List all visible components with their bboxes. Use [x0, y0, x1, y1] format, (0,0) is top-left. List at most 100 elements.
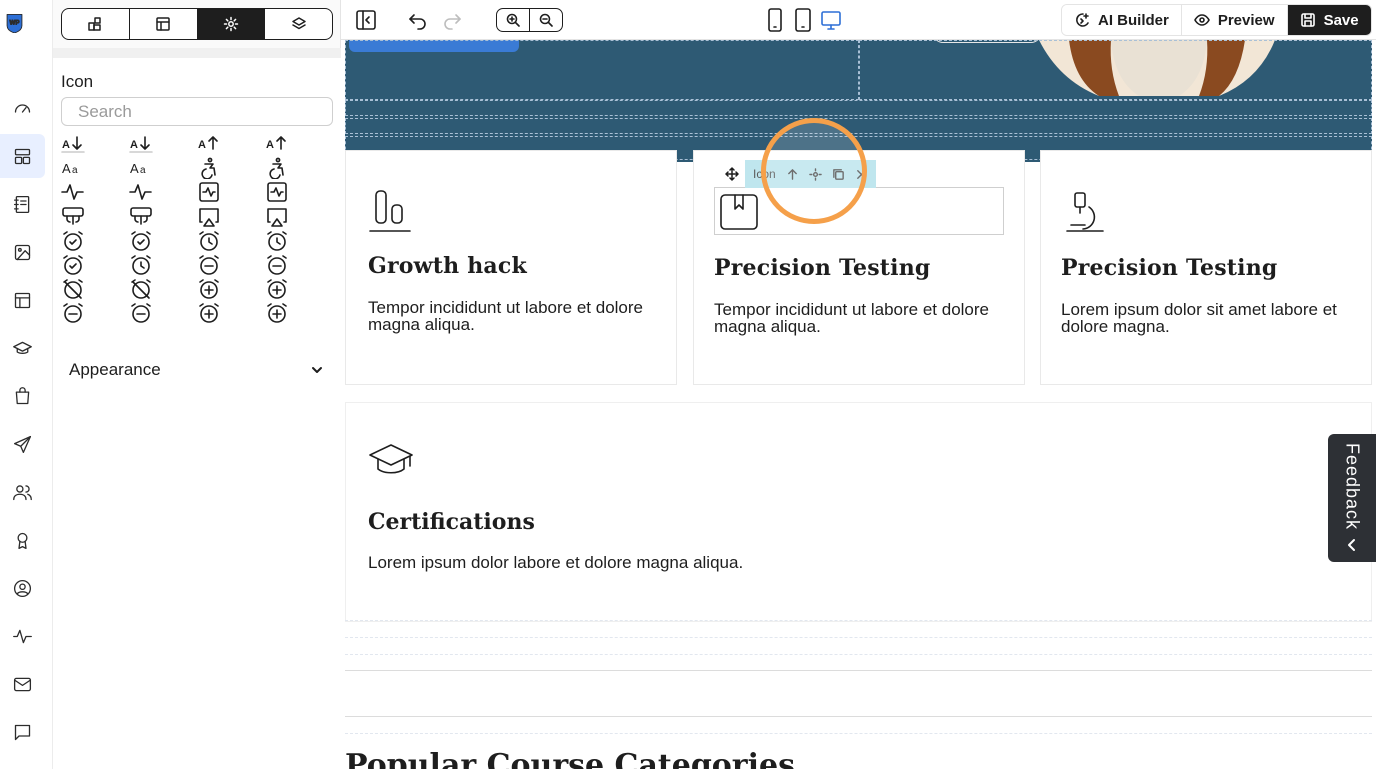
- icon-option[interactable]: [61, 180, 129, 204]
- rail-builder[interactable]: [0, 134, 45, 178]
- redo-button[interactable]: [439, 8, 465, 32]
- move-handle[interactable]: [719, 160, 745, 188]
- preview-label: Preview: [1217, 11, 1275, 29]
- toggle-panel-button[interactable]: [353, 8, 379, 32]
- icon-option[interactable]: [197, 180, 265, 204]
- device-tablet-button[interactable]: [793, 8, 813, 32]
- icon-option[interactable]: [197, 205, 265, 229]
- feature-card[interactable]: Growth hack Tempor incididunt ut labore …: [345, 150, 677, 385]
- card-text: Tempor incididunt ut labore et dolore ma…: [714, 300, 989, 336]
- move-icon: [725, 167, 739, 181]
- device-desktop-button[interactable]: [819, 8, 843, 32]
- icon-option[interactable]: [61, 301, 129, 325]
- rail-templates[interactable]: [0, 278, 45, 322]
- row-divider: [345, 733, 1372, 734]
- icon-option[interactable]: [265, 205, 333, 229]
- template-icon: [14, 292, 31, 308]
- wp-logo[interactable]: WP: [4, 12, 32, 46]
- icon-option[interactable]: [129, 277, 197, 301]
- icon-option[interactable]: [129, 253, 197, 277]
- tab-layout[interactable]: [130, 9, 198, 39]
- airplay-icon: [199, 207, 219, 227]
- tutorial-highlight-ring: [761, 118, 867, 224]
- sort-alpha-up-icon: A: [198, 136, 218, 151]
- activity-square-icon: [199, 182, 219, 203]
- icon-option[interactable]: [265, 156, 333, 180]
- row-divider: [345, 620, 1372, 621]
- device-mobile-button[interactable]: [765, 8, 785, 32]
- icon-option[interactable]: A: [265, 132, 333, 156]
- rail-pages[interactable]: [0, 182, 45, 226]
- growth-bars-icon[interactable]: [368, 187, 412, 238]
- undo-button[interactable]: [405, 8, 431, 32]
- icon-option[interactable]: [265, 253, 333, 277]
- rail-courses[interactable]: [0, 326, 45, 370]
- icon-option[interactable]: [197, 229, 265, 253]
- icon-option[interactable]: [129, 301, 197, 325]
- rail-profile[interactable]: [0, 566, 45, 610]
- alarm-minus-icon: [131, 303, 151, 324]
- alarm-check-icon: [131, 231, 151, 251]
- hero-col-left-outline: [345, 40, 859, 100]
- section-divider: [345, 716, 1372, 717]
- icon-option[interactable]: [265, 180, 333, 204]
- microscope-icon[interactable]: [1063, 189, 1107, 240]
- ai-builder-button[interactable]: AI Builder: [1062, 5, 1182, 35]
- alarm-check-icon: [63, 255, 83, 275]
- icon-option[interactable]: [61, 229, 129, 253]
- icon-option[interactable]: [265, 229, 333, 253]
- rail-messages[interactable]: [0, 710, 45, 754]
- icon-option[interactable]: [265, 277, 333, 301]
- icon-option[interactable]: [61, 205, 129, 229]
- icon-option[interactable]: [129, 180, 197, 204]
- icon-option[interactable]: Aa: [129, 156, 197, 180]
- svg-text:A: A: [198, 139, 206, 151]
- icon-option[interactable]: [61, 253, 129, 277]
- alarm-minus-icon: [63, 303, 83, 324]
- alarm-off-icon: [63, 279, 83, 300]
- icon-option[interactable]: A: [129, 132, 197, 156]
- tab-elements[interactable]: [62, 9, 130, 39]
- appearance-accordion[interactable]: Appearance: [69, 358, 325, 382]
- rail-dashboard[interactable]: [0, 86, 45, 130]
- icon-option[interactable]: A: [197, 132, 265, 156]
- send-icon: [13, 435, 32, 453]
- icon-option[interactable]: Aa: [61, 156, 129, 180]
- icon-option[interactable]: [197, 253, 265, 277]
- icon-search-input[interactable]: [61, 97, 333, 126]
- icon-option[interactable]: [197, 156, 265, 180]
- alarm-plus-icon: [199, 279, 219, 300]
- tab-layers[interactable]: [265, 9, 332, 39]
- rail-email[interactable]: [0, 662, 45, 706]
- rail-certificates[interactable]: [0, 518, 45, 562]
- desktop-icon: [821, 11, 841, 30]
- icon-option[interactable]: [197, 301, 265, 325]
- rail-shop[interactable]: [0, 374, 45, 418]
- zoom-in-button[interactable]: [497, 9, 530, 31]
- undo-icon: [409, 14, 426, 30]
- svg-text:a: a: [72, 165, 78, 176]
- certifications-section[interactable]: Certifications Lorem ipsum dolor labore …: [345, 402, 1372, 622]
- rail-campaigns[interactable]: [0, 422, 45, 466]
- users-icon: [13, 484, 32, 500]
- save-button[interactable]: Save: [1287, 5, 1371, 35]
- graduation-cap-icon[interactable]: [368, 441, 414, 486]
- tab-settings[interactable]: [197, 9, 266, 39]
- rail-users[interactable]: [0, 470, 45, 514]
- icon-option[interactable]: [129, 205, 197, 229]
- preview-button[interactable]: Preview: [1181, 5, 1288, 35]
- bookmark-icon[interactable]: [719, 192, 759, 237]
- icon-option[interactable]: [129, 229, 197, 253]
- panel-tabs: [61, 8, 333, 40]
- icon-option[interactable]: [197, 277, 265, 301]
- alarm-check-icon: [63, 231, 83, 251]
- feedback-tab[interactable]: Feedback: [1328, 434, 1376, 562]
- rail-analytics[interactable]: [0, 614, 45, 658]
- section-heading: Popular Course Categories: [345, 748, 795, 769]
- icon-option[interactable]: [265, 301, 333, 325]
- icon-option[interactable]: [61, 277, 129, 301]
- rail-media[interactable]: [0, 230, 45, 274]
- icon-option[interactable]: A: [61, 132, 129, 156]
- feature-card[interactable]: Precision Testing Lorem ipsum dolor sit …: [1040, 150, 1372, 385]
- zoom-out-button[interactable]: [530, 9, 562, 31]
